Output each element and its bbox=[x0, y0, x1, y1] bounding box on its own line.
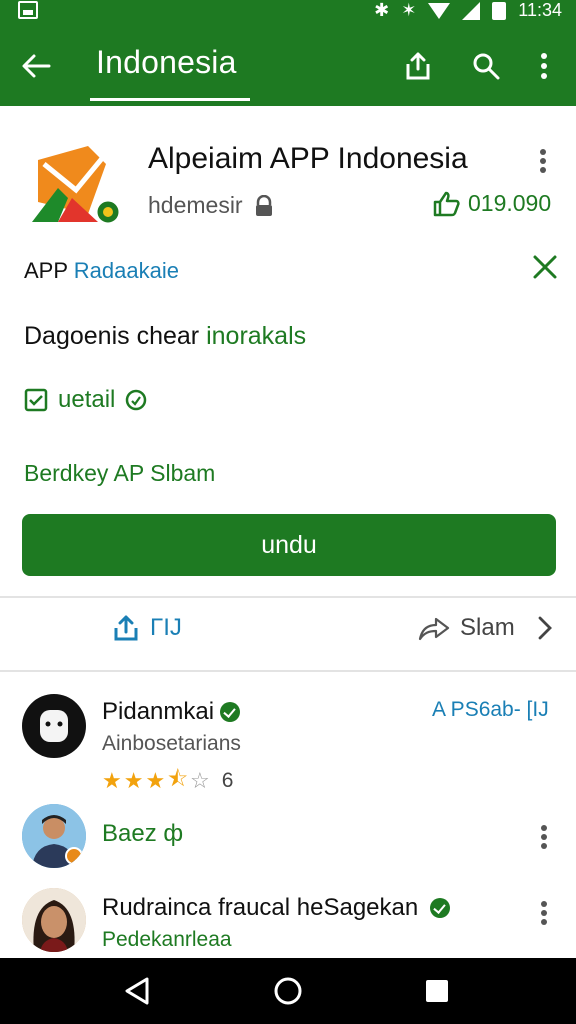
reviewer-name-text: Rudrainca fraucal heSagekan bbox=[102, 894, 419, 921]
more-vert-icon bbox=[541, 53, 547, 79]
avatar[interactable] bbox=[22, 888, 86, 952]
slam-label: Slam bbox=[460, 614, 515, 641]
reviewer-subtitle: Pedekanrleaa bbox=[102, 928, 232, 951]
battery-icon bbox=[492, 1, 507, 20]
review-tag[interactable]: A PS6ab- [IJ bbox=[432, 698, 549, 722]
nav-back-button[interactable] bbox=[120, 974, 154, 1008]
app-icon bbox=[28, 140, 124, 230]
bluetooth-icon: ✶ bbox=[401, 0, 417, 20]
verified-icon bbox=[430, 898, 451, 918]
square-recents-icon bbox=[426, 980, 448, 1002]
nav-home-button[interactable] bbox=[271, 974, 305, 1008]
feature-link[interactable]: Berdkey AP Slbam bbox=[24, 460, 215, 487]
thumb-up-icon bbox=[433, 191, 460, 216]
avatar[interactable] bbox=[22, 694, 86, 758]
app-title: Alpeiaim APP Indonesia bbox=[148, 142, 468, 175]
triangle-back-icon bbox=[125, 977, 149, 1005]
notification-icon bbox=[18, 1, 38, 19]
download-count: 019.090 bbox=[432, 190, 551, 217]
share-icon bbox=[406, 52, 430, 80]
publisher-row[interactable]: hdemesir bbox=[148, 192, 275, 219]
star-icon: ★ bbox=[102, 768, 122, 793]
vibrate-icon: ✱ bbox=[374, 0, 390, 20]
share-button[interactable] bbox=[396, 44, 440, 88]
avatar-photo-icon bbox=[22, 804, 86, 868]
share-label: ΓIJ bbox=[150, 614, 182, 641]
info-title-highlight: Radaakaie bbox=[73, 258, 179, 283]
chevron-right-icon bbox=[538, 616, 552, 640]
more-vert-icon bbox=[541, 825, 547, 849]
info-title: APP Radaakaie bbox=[24, 258, 179, 284]
info-title-prefix: APP bbox=[24, 258, 68, 283]
detail-link[interactable]: uetail bbox=[24, 386, 147, 414]
divider bbox=[0, 670, 576, 672]
title-underline bbox=[90, 98, 250, 101]
overflow-menu-button[interactable] bbox=[522, 44, 566, 88]
screen: ✱ ✶ 11:34 Indonesia Alpeiaim APP Indones… bbox=[0, 0, 576, 1024]
reviewer-subtitle: Ainbosetarians bbox=[102, 732, 241, 755]
star-icon: ★ bbox=[145, 768, 166, 793]
avatar[interactable] bbox=[22, 804, 86, 868]
app-bar: ✱ ✶ 11:34 Indonesia bbox=[0, 0, 576, 106]
status-time: 11:34 bbox=[518, 0, 562, 20]
share-action[interactable]: ΓIJ bbox=[112, 614, 182, 642]
page-title: Indonesia bbox=[96, 44, 237, 80]
star-empty-icon: ☆ bbox=[190, 768, 210, 793]
star-icon: ★ bbox=[123, 768, 144, 793]
slam-action[interactable]: Slam bbox=[418, 614, 555, 642]
circle-home-icon bbox=[274, 977, 302, 1005]
search-icon bbox=[473, 53, 500, 80]
reviewer-name: Pidanmkai bbox=[102, 698, 241, 726]
divider bbox=[0, 596, 576, 598]
back-button[interactable] bbox=[14, 44, 58, 88]
star-rating: ★ ★ ★ ⯪ ☆ 6 bbox=[102, 762, 233, 800]
publisher-name: hdemesir bbox=[148, 192, 243, 218]
install-button[interactable]: undu bbox=[22, 514, 556, 576]
send-icon bbox=[418, 617, 450, 641]
nav-recents-button[interactable] bbox=[420, 974, 454, 1008]
more-vert-icon bbox=[540, 149, 546, 173]
checkbox-icon bbox=[24, 388, 48, 412]
download-count-value: 019.090 bbox=[468, 190, 552, 216]
avatar-photo-icon bbox=[22, 888, 86, 952]
dismiss-button[interactable] bbox=[530, 252, 560, 282]
star-half-icon: ⯪ bbox=[167, 766, 189, 791]
description: Dagoenis chear inorakals bbox=[24, 322, 306, 351]
close-icon bbox=[533, 255, 557, 279]
verified-icon bbox=[220, 702, 241, 722]
clock-icon bbox=[126, 389, 147, 411]
rating-count: 6 bbox=[221, 769, 234, 792]
arrow-left-icon bbox=[22, 54, 51, 78]
signal-icon bbox=[462, 1, 481, 20]
system-nav-bar bbox=[0, 958, 576, 1024]
reviewer-name-text: Pidanmkai bbox=[102, 698, 215, 725]
description-highlight: inorakals bbox=[206, 322, 307, 350]
review-more-button[interactable] bbox=[532, 898, 556, 928]
search-button[interactable] bbox=[464, 44, 508, 88]
reviewer-name: Baez ф bbox=[102, 820, 184, 847]
detail-label: uetail bbox=[58, 386, 116, 413]
toolbar: Indonesia bbox=[0, 30, 576, 101]
review-more-button[interactable] bbox=[532, 822, 556, 852]
status-bar: ✱ ✶ 11:34 bbox=[0, 0, 576, 22]
lock-icon bbox=[255, 194, 272, 216]
avatar-icon bbox=[40, 710, 68, 742]
share-icon bbox=[114, 615, 138, 641]
more-vert-icon bbox=[541, 901, 547, 925]
reviewer-name: Rudrainca fraucal heSagekan bbox=[102, 894, 451, 922]
description-prefix: Dagoenis chear bbox=[24, 322, 200, 350]
wifi-icon bbox=[428, 2, 451, 19]
app-more-button[interactable] bbox=[528, 146, 558, 176]
